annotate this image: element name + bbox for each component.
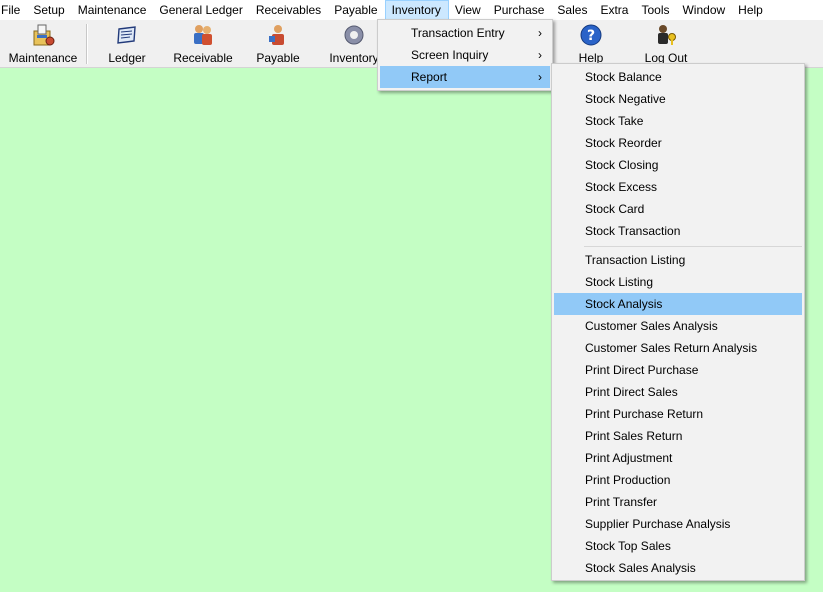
menu-item-print-direct-sales[interactable]: Print Direct Sales	[554, 381, 802, 403]
menu-maintenance[interactable]: Maintenance	[72, 0, 154, 20]
menu-payable[interactable]: Payable	[328, 0, 384, 20]
menu-item-customer-sales-return-analysis[interactable]: Customer Sales Return Analysis	[554, 337, 802, 359]
menu-item-customer-sales-analysis[interactable]: Customer Sales Analysis	[554, 315, 802, 337]
ledger-button[interactable]: Ledger	[104, 22, 150, 66]
menu-item-print-transfer[interactable]: Print Transfer	[554, 491, 802, 513]
ledger-icon	[115, 23, 139, 47]
maintenance-icon	[31, 23, 55, 47]
menu-item-print-sales-return[interactable]: Print Sales Return	[554, 425, 802, 447]
menu-sales[interactable]: Sales	[551, 0, 594, 20]
menu-item-stock-excess[interactable]: Stock Excess	[554, 176, 802, 198]
menu-separator	[584, 246, 802, 247]
menu-item-screen-inquiry[interactable]: Screen Inquiry ›	[380, 44, 550, 66]
menu-general-ledger[interactable]: General Ledger	[153, 0, 249, 20]
menu-item-stock-take[interactable]: Stock Take	[554, 110, 802, 132]
menu-setup[interactable]: Setup	[27, 0, 71, 20]
inventory-label: Inventory	[329, 51, 379, 65]
menu-item-label: Screen Inquiry	[411, 48, 489, 62]
chevron-right-icon: ›	[538, 48, 542, 62]
receivable-button[interactable]: Receivable	[172, 22, 234, 66]
menu-receivables[interactable]: Receivables	[250, 0, 328, 20]
menu-item-stock-closing[interactable]: Stock Closing	[554, 154, 802, 176]
chevron-right-icon: ›	[538, 26, 542, 40]
payable-label: Payable	[256, 51, 300, 65]
payable-icon	[266, 23, 290, 47]
menu-purchase[interactable]: Purchase	[488, 0, 552, 20]
menu-item-print-production[interactable]: Print Production	[554, 469, 802, 491]
menu-item-print-adjustment[interactable]: Print Adjustment	[554, 447, 802, 469]
receivable-label: Receivable	[173, 51, 233, 65]
menu-window[interactable]: Window	[676, 0, 732, 20]
menu-item-supplier-purchase-analysis[interactable]: Supplier Purchase Analysis	[554, 513, 802, 535]
menu-bar: File Setup Maintenance General Ledger Re…	[0, 0, 823, 20]
menu-item-report[interactable]: Report ›	[380, 66, 550, 88]
help-icon: ?	[579, 23, 603, 47]
ledger-label: Ledger	[108, 51, 146, 65]
menu-item-print-purchase-return[interactable]: Print Purchase Return	[554, 403, 802, 425]
user-key-icon	[654, 23, 678, 47]
menu-item-stock-transaction[interactable]: Stock Transaction	[554, 220, 802, 242]
menu-item-label: Transaction Entry	[411, 26, 505, 40]
maintenance-button[interactable]: Maintenance	[6, 22, 80, 66]
menu-view[interactable]: View	[449, 0, 488, 20]
help-button[interactable]: ? Help	[574, 22, 608, 66]
menu-item-transaction-entry[interactable]: Transaction Entry ›	[380, 22, 550, 44]
menu-item-stock-sales-analysis[interactable]: Stock Sales Analysis	[554, 557, 802, 579]
menu-item-stock-card[interactable]: Stock Card	[554, 198, 802, 220]
svg-text:?: ?	[587, 28, 595, 44]
menu-item-stock-top-sales[interactable]: Stock Top Sales	[554, 535, 802, 557]
gear-icon	[342, 23, 366, 47]
chevron-right-icon: ›	[538, 70, 542, 84]
menu-help[interactable]: Help	[732, 0, 770, 20]
menu-file[interactable]: File	[0, 0, 27, 20]
menu-item-label: Report	[411, 70, 448, 84]
menu-inventory[interactable]: Inventory	[384, 0, 449, 20]
menu-item-stock-balance[interactable]: Stock Balance	[554, 66, 802, 88]
toolbar-separator	[86, 24, 88, 64]
menu-tools[interactable]: Tools	[635, 0, 676, 20]
report-submenu: Stock Balance Stock Negative Stock Take …	[551, 63, 805, 581]
inventory-button[interactable]: Inventory	[328, 22, 380, 66]
menu-item-stock-listing[interactable]: Stock Listing	[554, 271, 802, 293]
inventory-menu: Transaction Entry › Screen Inquiry › Rep…	[377, 19, 553, 91]
menu-item-stock-analysis[interactable]: Stock Analysis	[554, 293, 802, 315]
menu-item-print-direct-purchase[interactable]: Print Direct Purchase	[554, 359, 802, 381]
menu-extra[interactable]: Extra	[594, 0, 635, 20]
menu-item-stock-reorder[interactable]: Stock Reorder	[554, 132, 802, 154]
receivable-icon	[191, 23, 215, 47]
payable-button[interactable]: Payable	[254, 22, 302, 66]
menu-item-stock-negative[interactable]: Stock Negative	[554, 88, 802, 110]
menu-item-transaction-listing[interactable]: Transaction Listing	[554, 249, 802, 271]
logout-button[interactable]: Log Out	[642, 22, 690, 66]
maintenance-label: Maintenance	[8, 51, 78, 65]
